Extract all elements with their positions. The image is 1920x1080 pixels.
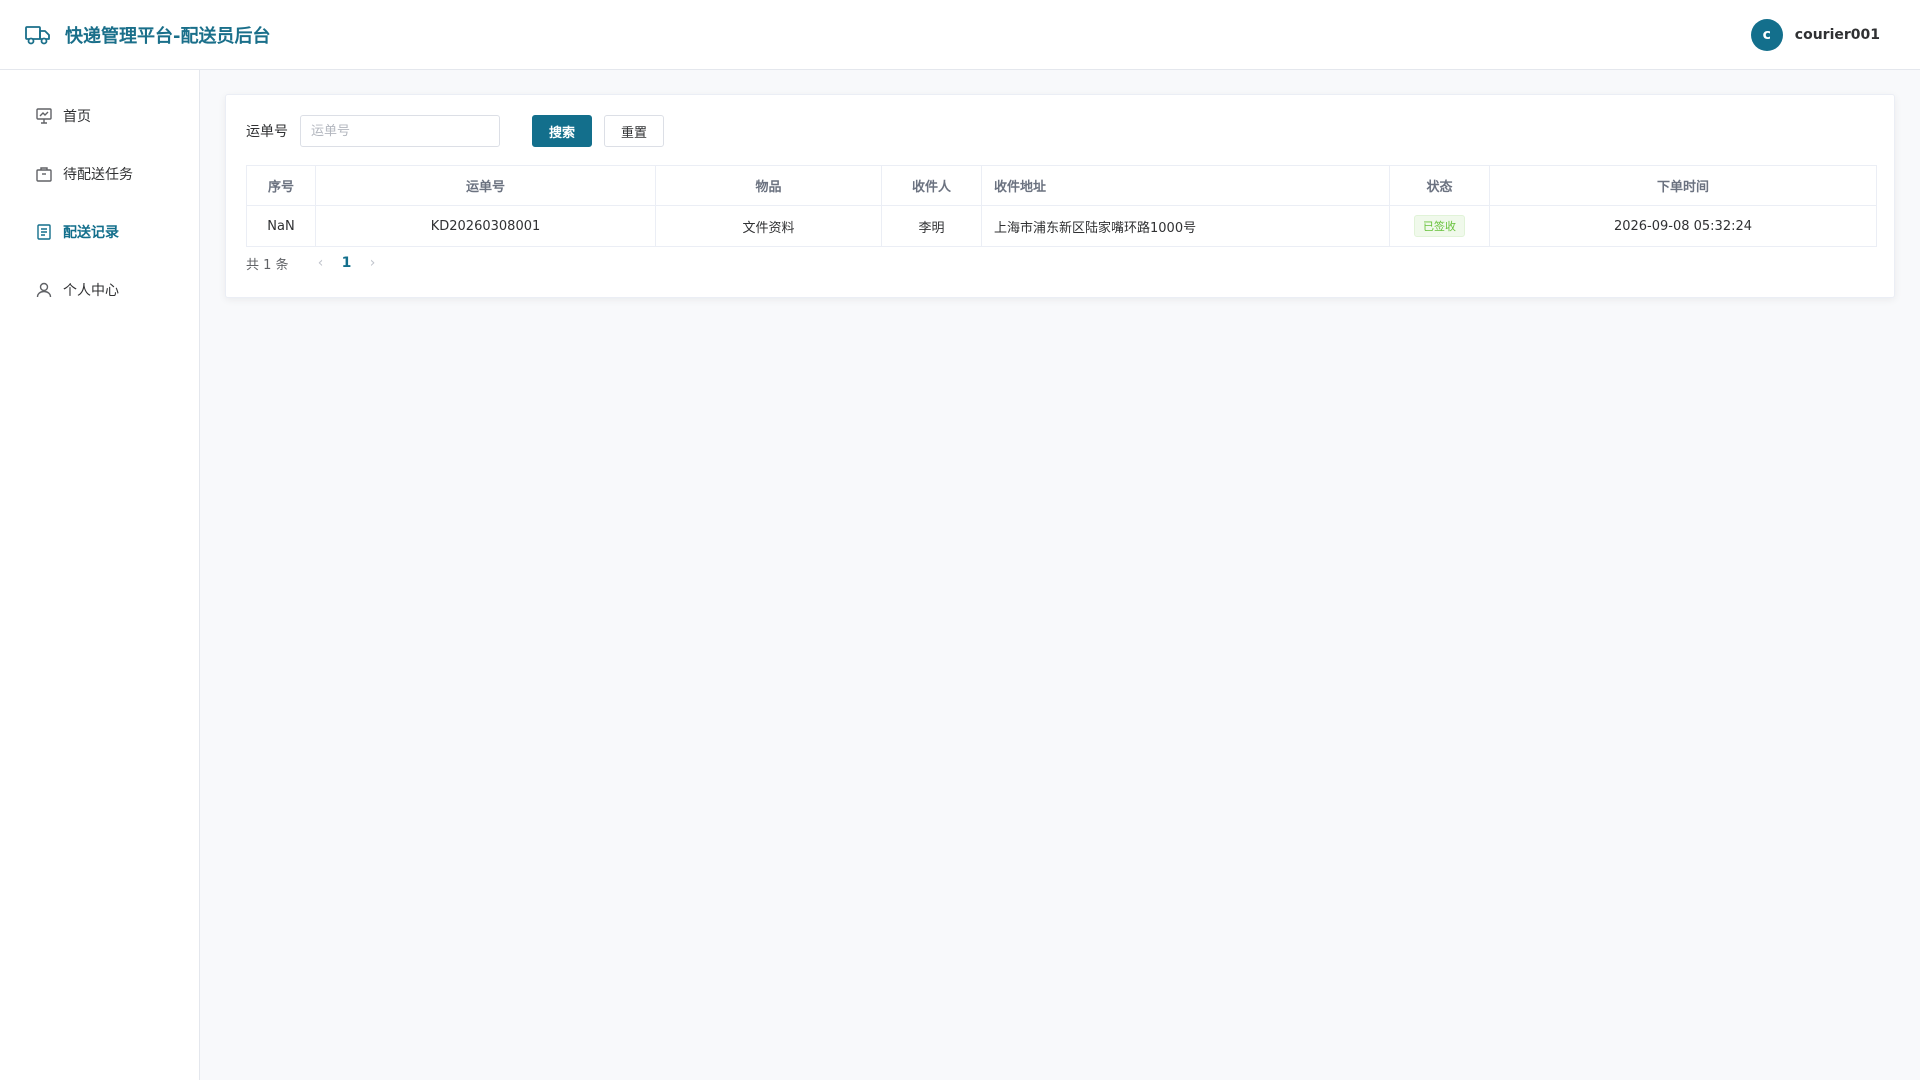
column-header-address: 收件地址 bbox=[981, 165, 1390, 206]
cell-tracking-no: KD20260308001 bbox=[315, 205, 656, 247]
column-header-tracking-no: 运单号 bbox=[315, 165, 656, 206]
cell-address: 上海市浦东新区陆家嘴环路1000号 bbox=[981, 205, 1390, 247]
sidebar-item-label: 配送记录 bbox=[63, 225, 119, 241]
records-table: 序号 运单号 物品 收件人 收件地址 状态 下单时间 NaN KD2026030… bbox=[246, 165, 1877, 247]
sidebar-item-label: 首页 bbox=[63, 109, 91, 125]
sidebar-item-label: 待配送任务 bbox=[63, 167, 133, 183]
next-page-button[interactable]: › bbox=[363, 255, 383, 271]
prev-page-button[interactable]: ‹ bbox=[311, 255, 331, 271]
document-icon bbox=[35, 223, 53, 241]
sidebar-item-profile[interactable]: 个人中心 bbox=[0, 261, 199, 319]
package-icon bbox=[35, 165, 53, 183]
column-header-index: 序号 bbox=[246, 165, 316, 206]
cell-order-time: 2026-09-08 05:32:24 bbox=[1489, 205, 1877, 247]
reset-button[interactable]: 重置 bbox=[604, 115, 664, 147]
sidebar-item-home[interactable]: 首页 bbox=[0, 87, 199, 145]
records-card: 运单号 搜索 重置 序号 运单号 物品 收件人 收件地址 状态 下单时间 bbox=[225, 94, 1895, 298]
avatar[interactable]: c bbox=[1750, 18, 1783, 51]
search-button[interactable]: 搜索 bbox=[532, 115, 592, 147]
search-bar: 运单号 搜索 重置 bbox=[246, 115, 1874, 147]
column-header-item: 物品 bbox=[655, 165, 882, 206]
top-header: 快递管理平台-配送员后台 c courier001 bbox=[0, 0, 1920, 70]
cell-recipient: 李明 bbox=[881, 205, 982, 247]
sidebar-item-delivery-records[interactable]: 配送记录 bbox=[0, 203, 199, 261]
pagination: 共 1 条 ‹ 1 › bbox=[246, 247, 1874, 279]
cell-status: 已签收 bbox=[1389, 205, 1490, 247]
user-menu[interactable]: c courier001 bbox=[1750, 18, 1880, 51]
status-badge: 已签收 bbox=[1414, 215, 1465, 237]
sidebar-item-pending-tasks[interactable]: 待配送任务 bbox=[0, 145, 199, 203]
search-label: 运单号 bbox=[246, 124, 288, 140]
username[interactable]: courier001 bbox=[1795, 27, 1880, 43]
brand: 快递管理平台-配送员后台 bbox=[25, 22, 270, 48]
cell-index: NaN bbox=[246, 205, 316, 247]
sidebar-item-label: 个人中心 bbox=[63, 283, 119, 299]
app-title: 快递管理平台-配送员后台 bbox=[65, 25, 271, 47]
truck-icon bbox=[25, 24, 51, 46]
cell-item: 文件资料 bbox=[655, 205, 882, 247]
chart-board-icon bbox=[35, 107, 53, 125]
column-header-recipient: 收件人 bbox=[881, 165, 982, 206]
table-row[interactable]: NaN KD20260308001 文件资料 李明 上海市浦东新区陆家嘴环路10… bbox=[246, 205, 1877, 247]
table-header-row: 序号 运单号 物品 收件人 收件地址 状态 下单时间 bbox=[246, 165, 1877, 206]
pagination-total: 共 1 条 bbox=[246, 257, 289, 273]
sidebar: 首页 待配送任务 配送记录 个人中心 bbox=[0, 70, 200, 1080]
column-header-order-time: 下单时间 bbox=[1489, 165, 1877, 206]
user-icon bbox=[35, 281, 53, 299]
tracking-number-input[interactable] bbox=[300, 115, 500, 147]
column-header-status: 状态 bbox=[1389, 165, 1490, 206]
page-number-current[interactable]: 1 bbox=[331, 255, 363, 271]
